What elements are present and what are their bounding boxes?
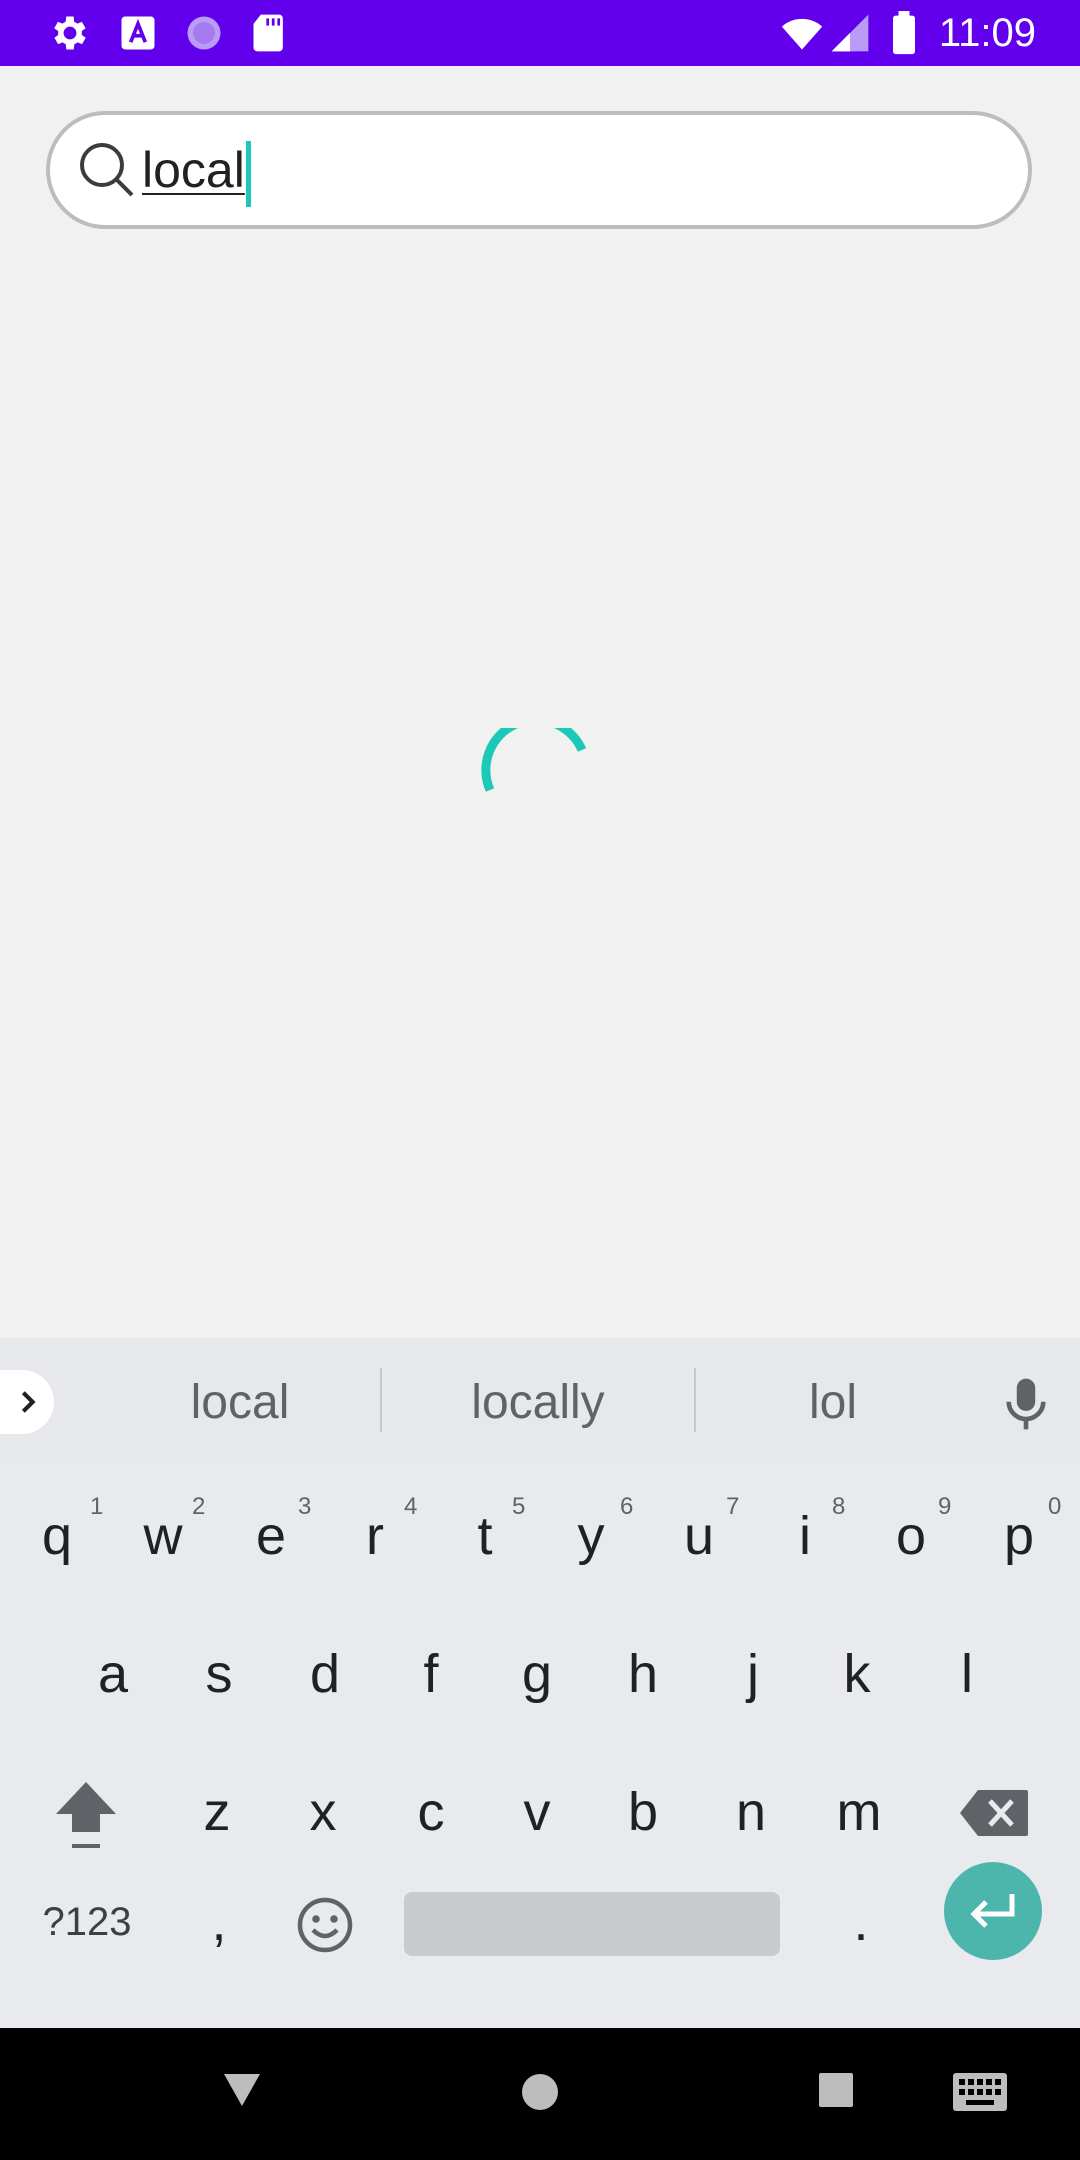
key-j[interactable]: j	[700, 1614, 806, 1734]
gear-icon	[54, 16, 86, 50]
key-hint: 1	[90, 1493, 104, 1520]
text-cursor	[246, 141, 251, 207]
keyboard-icon[interactable]	[952, 2072, 1008, 2112]
soft-keyboard: local locally lol q1 w2 e3 r4 t5 y6 u7 i…	[0, 1338, 1080, 2028]
symbols-key[interactable]: ?123	[24, 1862, 150, 1982]
key-hint: 0	[1048, 1493, 1062, 1520]
key-q[interactable]: q1	[4, 1476, 110, 1596]
key-s[interactable]: s	[166, 1614, 272, 1734]
key-hint: 4	[404, 1493, 418, 1520]
key-y[interactable]: y6	[538, 1476, 644, 1596]
key-label: o	[895, 1506, 927, 1566]
key-label: i	[799, 1506, 811, 1566]
suggestion-strip: local locally lol	[0, 1338, 1080, 1462]
key-hint: 3	[298, 1493, 312, 1520]
key-e[interactable]: e3	[218, 1476, 324, 1596]
key-o[interactable]: o9	[858, 1476, 964, 1596]
key-area: q1 w2 e3 r4 t5 y6 u7 i8 o9 p0 a s d f g …	[0, 1462, 1080, 2028]
sd-card-icon	[253, 14, 283, 52]
enter-key[interactable]	[944, 1862, 1042, 1960]
key-l[interactable]: l	[914, 1614, 1020, 1734]
key-hint: 8	[832, 1493, 846, 1520]
key-p[interactable]: p0	[966, 1476, 1072, 1596]
comma-key[interactable]: ,	[166, 1862, 272, 1982]
key-x[interactable]: x	[270, 1752, 376, 1872]
backspace-icon	[960, 1790, 1028, 1836]
key-m[interactable]: m	[806, 1752, 912, 1872]
key-a[interactable]: a	[60, 1614, 166, 1734]
key-h[interactable]: h	[590, 1614, 696, 1734]
key-i[interactable]: i8	[752, 1476, 858, 1596]
key-label: u	[683, 1506, 715, 1566]
search-input[interactable]: local	[142, 137, 245, 203]
status-bar: 11:09	[0, 0, 1080, 66]
loading-spinner	[481, 728, 587, 792]
key-k[interactable]: k	[804, 1614, 910, 1734]
key-t[interactable]: t5	[432, 1476, 538, 1596]
key-f[interactable]: f	[378, 1614, 484, 1734]
shift-arrow-icon	[56, 1782, 116, 1848]
key-label: r	[366, 1506, 384, 1566]
emoji-icon	[297, 1897, 353, 1953]
key-r[interactable]: r4	[322, 1476, 428, 1596]
chevron-right-icon	[21, 1391, 36, 1413]
key-hint: 5	[512, 1493, 526, 1520]
loading-circle-icon	[187, 16, 221, 50]
search-field[interactable]: local	[46, 111, 1032, 229]
expand-suggestions-button[interactable]	[0, 1370, 54, 1434]
space-bar[interactable]	[404, 1892, 780, 1956]
suggestion-1[interactable]: local	[100, 1368, 380, 1438]
key-hint: 6	[620, 1493, 634, 1520]
backspace-key[interactable]	[940, 1752, 1050, 1872]
key-u[interactable]: u7	[646, 1476, 752, 1596]
key-hint: 7	[726, 1493, 740, 1520]
enter-arrow-icon	[970, 1894, 1015, 1928]
text-a-icon	[121, 16, 155, 50]
key-label: y	[577, 1506, 605, 1566]
battery-icon	[893, 11, 915, 55]
search-icon	[80, 143, 134, 197]
key-hint: 2	[192, 1493, 206, 1520]
key-c[interactable]: c	[378, 1752, 484, 1872]
key-g[interactable]: g	[484, 1614, 590, 1734]
key-n[interactable]: n	[698, 1752, 804, 1872]
shift-key[interactable]	[30, 1752, 142, 1872]
key-label: t	[477, 1506, 493, 1566]
emoji-key[interactable]	[272, 1862, 378, 1982]
microphone-icon[interactable]	[998, 1374, 1054, 1434]
key-label: p	[1003, 1506, 1035, 1566]
wifi-icon	[781, 18, 823, 50]
home-icon[interactable]	[520, 2072, 560, 2112]
key-b[interactable]: b	[590, 1752, 696, 1872]
key-label: q	[41, 1506, 73, 1566]
period-key[interactable]: .	[808, 1862, 914, 1982]
key-w[interactable]: w2	[110, 1476, 216, 1596]
recents-icon[interactable]	[818, 2072, 854, 2108]
signal-icon	[831, 14, 869, 52]
suggestion-2[interactable]: locally	[382, 1368, 694, 1438]
suggestion-3[interactable]: lol	[696, 1368, 970, 1438]
key-label: w	[143, 1506, 183, 1566]
key-d[interactable]: d	[272, 1614, 378, 1734]
key-v[interactable]: v	[484, 1752, 590, 1872]
navigation-bar	[0, 2028, 1080, 2160]
key-label: e	[255, 1506, 287, 1566]
key-z[interactable]: z	[164, 1752, 270, 1872]
clock: 11:09	[938, 11, 1036, 55]
back-icon[interactable]	[222, 2072, 262, 2108]
key-hint: 9	[938, 1493, 952, 1520]
